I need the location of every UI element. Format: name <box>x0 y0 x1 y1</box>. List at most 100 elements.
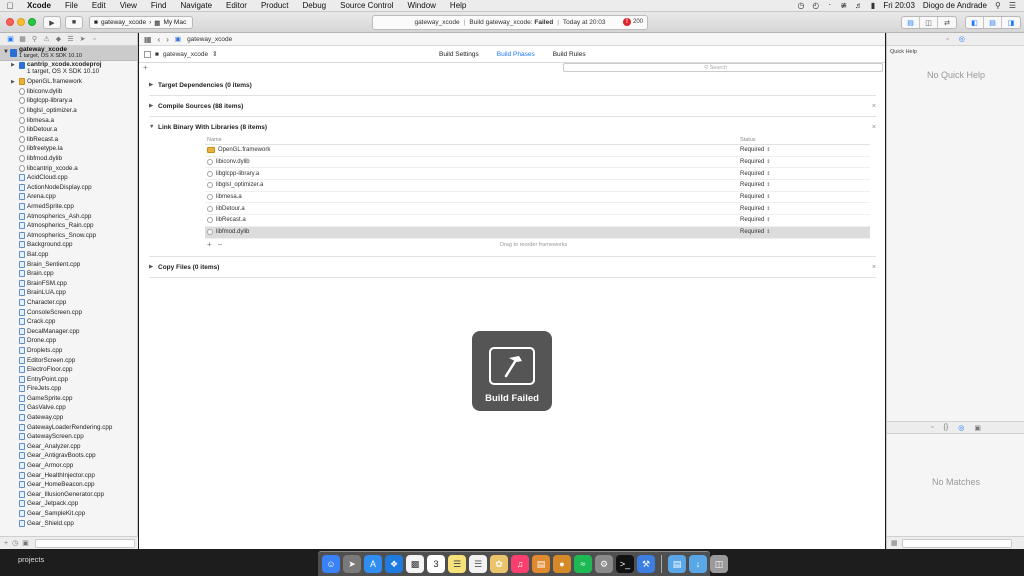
find-navigator-icon[interactable]: ⚲ <box>30 35 39 44</box>
recent-files-icon[interactable]: ◷ <box>12 539 18 547</box>
window-minimize-button[interactable] <box>17 18 25 26</box>
grid-view-icon[interactable]: ▦ <box>891 539 898 547</box>
navigator-file-item[interactable]: GatewayLoaderRendering.cpp <box>0 422 137 432</box>
notification-center-icon[interactable]: ☰ <box>1009 1 1016 10</box>
navigator-file-item[interactable]: Gateway.cpp <box>0 413 137 423</box>
project-navigator-icon[interactable]: ▣ <box>6 35 15 44</box>
library-row[interactable]: libglcpp-library.a Required ⇕ <box>205 168 870 181</box>
navigator-file-item[interactable]: Brain.cpp <box>0 269 137 279</box>
menu-product[interactable]: Product <box>254 1 296 10</box>
error-badge[interactable]: ! 200 <box>622 18 643 26</box>
itunes-icon[interactable]: ♫ <box>511 555 529 573</box>
assistant-editor-icon[interactable]: ◫ <box>920 17 938 28</box>
navigator-file-item[interactable]: FireJets.cpp <box>0 384 137 394</box>
navigator-file-item[interactable]: Gear_IllusionGenerator.cpp <box>0 490 137 500</box>
target-selector[interactable]: ■ gateway_xcode ⇕ <box>144 50 218 58</box>
navigator-file-item[interactable]: Crack.cpp <box>0 317 137 327</box>
delete-phase-icon[interactable]: × <box>872 264 876 271</box>
disclosure-closed-icon[interactable]: ▶ <box>149 82 158 88</box>
navigator-file-item[interactable]: libDetour.a <box>0 125 137 135</box>
library-row[interactable]: libiconv.dylib Required ⇕ <box>205 157 870 169</box>
menu-debug[interactable]: Debug <box>296 1 334 10</box>
navigator-file-item[interactable]: DecalManager.cpp <box>0 326 137 336</box>
menu-app[interactable]: Xcode <box>20 1 58 10</box>
test-navigator-icon[interactable]: ◆ <box>54 35 63 44</box>
quick-help-icon[interactable]: ◎ <box>959 35 965 43</box>
menu-window[interactable]: Window <box>400 1 442 10</box>
library-status-select[interactable]: Required ⇕ <box>740 147 771 153</box>
media-library-icon[interactable]: ▣ <box>974 424 981 432</box>
stop-button[interactable]: ■ <box>65 16 83 29</box>
ibooks-icon[interactable]: ▤ <box>532 555 550 573</box>
menu-clock[interactable]: Fri 20:03 <box>883 1 915 10</box>
menu-file[interactable]: File <box>58 1 85 10</box>
jumpbar-breadcrumb[interactable]: gateway_xcode <box>187 36 232 43</box>
library-row[interactable]: libRecast.a Required ⇕ <box>205 215 870 227</box>
navigator-file-item[interactable]: Gear_HomeBeacon.cpp <box>0 480 137 490</box>
folder-icon[interactable]: ▤ <box>668 555 686 573</box>
delete-phase-icon[interactable]: × <box>872 124 876 131</box>
debug-navigator-icon[interactable]: ☰ <box>66 35 75 44</box>
navigator-file-item[interactable]: Droplets.cpp <box>0 346 137 356</box>
time-machine-icon[interactable]: ◷ <box>797 1 804 10</box>
phase-header[interactable]: ▼ Link Binary With Libraries (8 items) × <box>149 117 876 137</box>
disclosure-closed-icon[interactable]: ▶ <box>11 62 15 68</box>
volume-icon[interactable]: ♬ <box>855 1 863 10</box>
launchpad-icon[interactable]: ➤ <box>343 555 361 573</box>
app-store-icon[interactable]: A <box>364 555 382 573</box>
navigator-file-item[interactable]: Bat.cpp <box>0 250 137 260</box>
add-library-icon[interactable]: + <box>207 240 212 249</box>
library-row[interactable]: libfmod.dylib Required ⇕ <box>205 226 870 239</box>
library-status-select[interactable]: Required ⇕ <box>740 229 771 235</box>
back-arrow-icon[interactable]: ‹ <box>158 35 161 44</box>
navigator-file-item[interactable]: Character.cpp <box>0 298 137 308</box>
object-library-icon[interactable]: ◎ <box>958 424 964 432</box>
library-row[interactable]: libglsl_optimizer.a Required ⇕ <box>205 180 870 192</box>
notes-icon[interactable]: ☰ <box>448 555 466 573</box>
navigator-file-item[interactable]: GameSprite.cpp <box>0 394 137 404</box>
phase-header[interactable]: ▶ Target Dependencies (0 items) <box>149 75 876 95</box>
navigator-file-item[interactable]: Brain_Sentient.cpp <box>0 259 137 269</box>
related-items-icon[interactable]: ▦ <box>144 35 152 44</box>
navigator-file-item[interactable]: libfmod.dylib <box>0 154 137 164</box>
photos-icon[interactable]: ✿ <box>490 555 508 573</box>
navigator-file-item[interactable]: Gear_SampleKit.cpp <box>0 509 137 519</box>
library-status-select[interactable]: Required ⇕ <box>740 206 771 212</box>
system-app-icon[interactable]: ● <box>553 555 571 573</box>
library-status-select[interactable]: Required ⇕ <box>740 217 771 223</box>
navigator-file-item[interactable]: libmesa.a <box>0 115 137 125</box>
navigator-file-item[interactable]: libcantrip_xcode.a <box>0 163 137 173</box>
issue-navigator-icon[interactable]: ⚠ <box>42 35 51 44</box>
library-status-select[interactable]: Required ⇕ <box>740 194 771 200</box>
phase-header[interactable]: ▶ Compile Sources (88 items) × <box>149 96 876 116</box>
downloads-folder-icon[interactable]: ↓ <box>689 555 707 573</box>
navigator-file-item[interactable]: Drone.cpp <box>0 336 137 346</box>
navigator-file-item[interactable]: GasValve.cpp <box>0 403 137 413</box>
navigator-file-item[interactable]: EditorScreen.cpp <box>0 355 137 365</box>
navigator-file-item[interactable]: AcidCloud.cpp <box>0 173 137 183</box>
navigator-file-item[interactable]: ArmedSprite.cpp <box>0 202 137 212</box>
menu-view[interactable]: View <box>113 1 144 10</box>
contacts-icon[interactable]: ▩ <box>406 555 424 573</box>
navigator-file-item[interactable]: Background.cpp <box>0 240 137 250</box>
forward-arrow-icon[interactable]: › <box>166 35 169 44</box>
xcode-icon[interactable]: ⚒ <box>637 555 655 573</box>
navigator-file-item[interactable]: ElectroFloor.cpp <box>0 365 137 375</box>
battery-icon[interactable]: ▮ <box>871 1 875 10</box>
navigator-file-item[interactable]: GatewayScreen.cpp <box>0 432 137 442</box>
tab-build-phases[interactable]: Build Phases <box>497 51 535 58</box>
delete-phase-icon[interactable]: × <box>872 103 876 110</box>
scm-filter-icon[interactable]: ▣ <box>22 539 29 547</box>
code-snippet-icon[interactable]: {} <box>944 424 949 431</box>
library-status-select[interactable]: Required ⇕ <box>740 182 771 188</box>
navigator-filter-input[interactable] <box>35 538 135 548</box>
subproject-item[interactable]: ▶ cantrip_xcode.xcodeproj 1 target, OS X … <box>0 61 137 77</box>
column-name[interactable]: Name <box>205 137 740 144</box>
symbol-navigator-icon[interactable]: ▦ <box>18 35 27 44</box>
apple-menu-icon[interactable]:  <box>0 1 20 11</box>
clock-icon[interactable]: ◴ <box>812 1 819 10</box>
menu-find[interactable]: Find <box>144 1 174 10</box>
column-status[interactable]: Status <box>740 137 756 144</box>
file-inspector-icon[interactable]: ▫ <box>946 36 948 43</box>
calendar-icon[interactable]: 3 <box>427 555 445 573</box>
